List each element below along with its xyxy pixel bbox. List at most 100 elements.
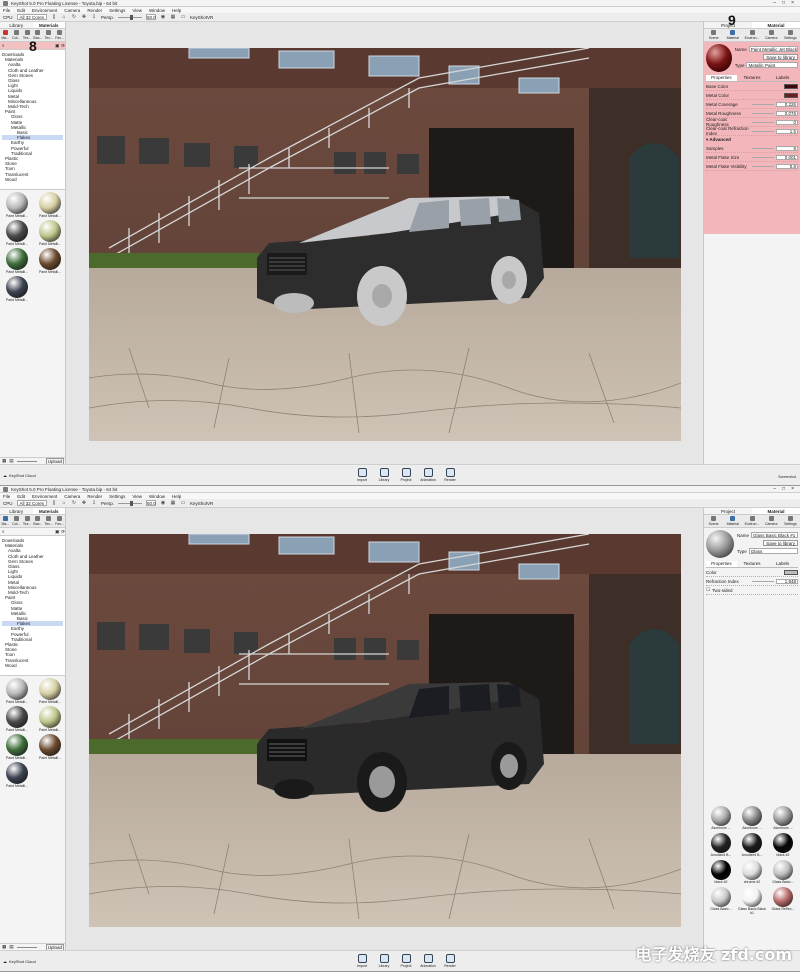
material-type-select[interactable]: Glass [748,548,798,554]
lib-tab-favorites[interactable]: Fav... [54,515,65,527]
property-value[interactable]: 0.226 [776,101,798,107]
advanced-section[interactable]: ▾ Advanced [706,136,798,144]
menu-window[interactable]: Window [149,494,165,499]
material-thumb[interactable]: Paint Metalli... [35,220,65,246]
project-tab-environment[interactable]: Environ... [742,29,761,41]
library-material[interactable]: Aluminum ... [768,806,798,830]
property-slider[interactable] [752,121,774,123]
menu-view[interactable]: View [132,8,142,13]
save-to-library-button[interactable]: Save to library [763,540,798,546]
menu-edit[interactable]: Edit [17,8,25,13]
tab-library[interactable]: Library [0,22,33,28]
library-material[interactable]: chrome #2 [737,860,767,884]
lib-tab-textures2[interactable]: Tex... [43,29,54,41]
frame-icon[interactable]: ▭ [180,500,186,506]
grid-icon[interactable]: ▦ [170,500,176,506]
sync-icon[interactable]: ⟳ [61,43,65,49]
material-name-input[interactable]: Paint Metallic Jet Black [748,46,798,52]
home-icon[interactable]: ⌂ [61,500,67,506]
material-thumb[interactable]: Paint Metalli... [2,220,32,246]
cpu-select[interactable]: All 32 Cores [16,500,48,506]
pause-icon[interactable]: ∥ [51,500,57,506]
project-button[interactable]: Project [399,468,413,482]
property-slider[interactable] [752,165,774,167]
subtab-labels[interactable]: Labels [767,75,798,81]
render-viewport[interactable] [89,48,681,441]
library-material[interactable]: Glass Basic... [706,887,736,915]
property-slider[interactable] [752,147,774,149]
fov-slider[interactable] [118,500,143,506]
pause-icon[interactable]: ∥ [51,14,57,20]
render-button[interactable]: Render [443,468,457,482]
close-icon[interactable]: × [791,0,794,6]
lib-tab-backplates[interactable]: Bac... [32,515,43,527]
close-icon[interactable]: × [791,486,794,492]
property-slider[interactable] [752,156,774,158]
project-tab-settings[interactable]: Settings [781,29,800,41]
material-thumb[interactable]: Paint Metalli... [2,276,32,302]
property-value[interactable]: 0.8 [776,163,798,169]
lib-tab-textures2[interactable]: Tex... [43,515,54,527]
property-slider[interactable] [752,580,774,582]
material-thumb[interactable]: Paint Metalli... [2,734,32,760]
thumb-size-slider[interactable] [16,460,37,462]
project-tab-camera[interactable]: Camera [762,29,781,41]
material-thumb[interactable]: Paint Metalli... [2,762,32,788]
project-tab-camera[interactable]: Camera [762,515,781,527]
render-button[interactable]: Render [443,954,457,968]
material-thumb[interactable]: Paint Metalli... [35,192,65,218]
home-icon[interactable]: ⌂ [61,14,67,20]
project-tab-material[interactable]: Material [723,515,742,527]
tab-materials[interactable]: Materials [32,508,65,514]
project-tab-environment[interactable]: Environ... [742,515,761,527]
menu-help[interactable]: Help [172,494,181,499]
maximize-icon[interactable]: □ [782,486,785,492]
property-value[interactable]: 0.001 [776,154,798,160]
color-swatch[interactable] [784,569,798,575]
tree-item[interactable]: Wood [2,663,63,668]
minimize-icon[interactable]: – [773,486,776,492]
menu-file[interactable]: File [3,494,10,499]
menu-settings[interactable]: Settings [109,8,125,13]
project-tab-settings[interactable]: Settings [781,515,800,527]
library-material[interactable]: Glass Basic Black #1 [737,887,767,915]
lib-tab-textures[interactable]: Tex... [22,515,33,527]
keyshot-cloud[interactable]: ☁ KeyShot Cloud [3,959,36,964]
keyshotvr-label[interactable]: KeyShotVR [190,15,213,20]
tree-item[interactable]: Wood [2,177,63,182]
keyshot-cloud[interactable]: ☁ KeyShot Cloud [3,473,36,478]
down-icon[interactable]: ⇩ [91,500,97,506]
project-tab-scene[interactable]: Scene [704,29,723,41]
menu-view[interactable]: View [132,494,142,499]
tab-project[interactable]: Project [704,508,752,514]
frame-icon[interactable]: ▭ [180,14,186,20]
library-button[interactable]: Library [377,954,391,968]
import-button[interactable]: Import [355,954,369,968]
material-thumb[interactable]: Paint Metalli... [2,706,32,732]
camera-icon[interactable]: ◉ [160,500,166,506]
material-name-input[interactable]: Glass Basic Black #1 [751,532,798,538]
move-icon[interactable]: ✥ [81,500,87,506]
maximize-icon[interactable]: □ [782,0,785,6]
save-to-library-button[interactable]: Save to library [763,54,798,60]
library-material[interactable]: Glass Basic... [768,860,798,884]
lib-tab-favorites[interactable]: Fav... [54,29,65,41]
property-value[interactable]: 0 [776,119,798,125]
library-material[interactable]: black #2 [706,860,736,884]
refresh-icon[interactable]: ↻ [71,14,77,20]
library-material[interactable]: Anodized B... [706,833,736,857]
property-value[interactable]: 1.948 [776,578,798,584]
menu-environment[interactable]: Environment [32,8,57,13]
thumb-size-slider[interactable] [16,946,37,948]
menu-environment[interactable]: Environment [32,494,57,499]
menu-settings[interactable]: Settings [109,494,125,499]
library-material[interactable]: Aluminum ... [737,806,767,830]
material-thumb[interactable]: Paint Metalli... [2,192,32,218]
menu-camera[interactable]: Camera [64,8,80,13]
render-viewport[interactable] [89,534,681,927]
fov-input[interactable]: 50.0 [146,500,157,506]
keyshotvr-label[interactable]: KeyShotVR [190,501,213,506]
lib-tab-colors[interactable]: Col... [11,29,22,41]
menu-help[interactable]: Help [172,8,181,13]
material-thumb[interactable]: Paint Metalli... [2,248,32,274]
